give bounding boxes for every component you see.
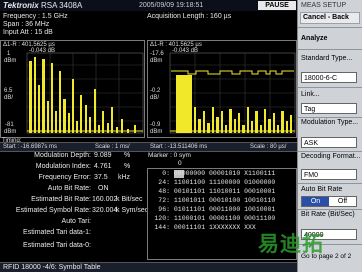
marker-index: 0 xyxy=(178,160,182,167)
meas-label: Auto Bit Rate: xyxy=(47,185,91,192)
meas-unit: % xyxy=(124,163,131,170)
zoom-tick-mid: -0.2 xyxy=(150,88,161,94)
brand-label: Tektronix RSA 3408A xyxy=(3,1,83,10)
standard-type-button[interactable]: Standard Type... xyxy=(301,54,352,63)
menu-separator xyxy=(298,49,362,50)
input-att-readout: Input Att : 15 dB xyxy=(3,29,53,36)
decoding-format-button[interactable]: Decoding Format... xyxy=(301,153,361,161)
menu-separator xyxy=(298,183,362,184)
measurement-title-bar: RFID 18000 -4/6: Symbol Table xyxy=(0,262,297,272)
standard-type-field[interactable]: 18000-6-C xyxy=(301,72,357,83)
scale-right: Scale : 80 µs/ xyxy=(250,144,287,150)
scale-left: Scale : 1 ms/ xyxy=(95,144,130,150)
title-bar: Tektronix RSA 3408A 2005/09/09 19:18:51 … xyxy=(0,0,297,11)
meas-unit: kHz xyxy=(118,174,131,181)
cancel-back-button[interactable]: Cancel - Back xyxy=(300,12,360,24)
zoom-tick-bottom-unit: dBm xyxy=(150,129,163,135)
meas-value: 160.002 xyxy=(92,196,118,203)
meas-value: ON xyxy=(98,185,109,192)
meas-value: 9.089 xyxy=(94,152,112,159)
symbol-cursor xyxy=(174,170,184,178)
zoom-trace-line xyxy=(171,70,294,75)
meas-label: Estimated Bit Rate: xyxy=(31,196,91,203)
zoom-delta-value: -0.043 dB xyxy=(172,48,199,54)
scale-status-bar: Start : -16.6987s ms Scale : 1 ms/ Start… xyxy=(0,142,297,152)
start-left: Start : -16.6987s ms xyxy=(3,144,58,150)
overview-tick-top: 1 xyxy=(7,51,11,57)
span-readout: Span : 36 MHz xyxy=(3,21,50,28)
menu-separator xyxy=(298,27,362,28)
menu-separator xyxy=(298,151,362,152)
symbol-row: 120: 11000101 00001100 00011100 xyxy=(154,215,276,222)
analyzer-screen: Tektronix RSA 3408A 2005/09/09 19:18:51 … xyxy=(0,0,297,272)
link-field[interactable]: Tag xyxy=(301,103,357,114)
meas-label: Modulation Depth: xyxy=(34,152,91,159)
meas-label: Auto Tari: xyxy=(61,218,91,225)
zoom-tick-top: -17.6 xyxy=(150,51,164,57)
symbol-row: 144: 00011101 1XXXXXXX XXX xyxy=(154,224,256,231)
modulation-type-button[interactable]: Modulation Type... xyxy=(301,119,361,127)
overview-tick-bottom-unit: dBm xyxy=(4,129,17,135)
meas-value: 4.761 xyxy=(94,163,112,170)
meas-value: 320.004 xyxy=(92,207,118,214)
zoom-tick-mid-unit: dB/ xyxy=(150,95,160,101)
watermark-logo: 易迪拓 xyxy=(258,232,324,256)
meas-unit: k Bit/sec xyxy=(116,196,143,203)
auto-bit-rate-label: Auto Bit Rate xyxy=(301,186,343,193)
meas-label: Modulation Index: xyxy=(35,163,91,170)
meas-unit: k Sym/sec xyxy=(116,207,149,214)
meas-unit: % xyxy=(124,152,131,159)
overview-trace-panel: Δ1-R : 401.5625 µs -0.043 dB 1 dBm 6.5 d… xyxy=(0,40,145,138)
marker-readout: Marker : 0 sym xyxy=(148,152,191,159)
overview-tick-mid-unit: dB/ xyxy=(4,95,14,101)
frequency-readout: Frequency : 1.5 GHz xyxy=(3,13,68,20)
link-button[interactable]: Link... xyxy=(301,90,320,99)
overview-tick-top-unit: dBm xyxy=(4,58,17,64)
menu-title: MEAS SETUP xyxy=(301,2,347,9)
decoding-format-field[interactable]: FM0 xyxy=(301,169,357,180)
symbol-row: 0: 00000000 00001010 X1100111 xyxy=(162,170,276,177)
start-right: Start : -13.511406 ms xyxy=(150,144,208,150)
overview-tick-mid: 6.5 xyxy=(4,88,13,94)
symbol-row: 96: 01011101 00011000 10010001 xyxy=(158,206,276,213)
symbol-row: 24: 11001100 11100000 01000000 xyxy=(158,179,276,186)
overview-trace xyxy=(29,57,136,133)
timestamp: 2005/09/09 19:18:51 xyxy=(139,2,204,9)
overview-tick-bottom: -81 xyxy=(5,122,14,128)
meas-label: Estimated Tari data-0: xyxy=(23,242,91,249)
zoom-trace-graph xyxy=(169,52,296,134)
meas-label: Estimated Tari data-1: xyxy=(23,229,91,236)
meas-label: Frequency Error: xyxy=(38,174,91,181)
zoom-tick-top-unit: dBm xyxy=(150,58,163,64)
on-option[interactable]: On xyxy=(302,197,329,206)
bit-rate-label: Bit Rate (Bit/Sec) xyxy=(301,211,355,218)
analyze-button[interactable]: Analyze xyxy=(301,34,327,43)
menu-separator xyxy=(298,87,362,88)
overview-delta-value: -0.043 dB xyxy=(29,48,56,54)
off-option[interactable]: Off xyxy=(329,197,356,206)
modulation-type-field[interactable]: ASK xyxy=(301,137,357,148)
zoom-trace-panel: Δ1-R : 401.5625 µs -0.043 dB -17.6 dBm -… xyxy=(147,40,297,138)
zoom-tick-bottom: -0.9 xyxy=(150,122,161,128)
meas-label: Estimated Symbol Rate: xyxy=(15,207,91,214)
menu-separator xyxy=(298,117,362,118)
acq-length-readout: Acquisition Length : 160 µs xyxy=(147,13,232,20)
overview-trace-graph xyxy=(26,52,144,134)
symbol-row: 48: 00101101 11010011 00010001 xyxy=(158,188,276,195)
meas-value: 37.5 xyxy=(94,174,108,181)
menu-separator xyxy=(298,209,362,210)
symbol-row: 72: 11001011 00010100 10010110 xyxy=(158,197,276,204)
pause-button[interactable]: PAUSE xyxy=(258,1,296,10)
auto-bit-rate-toggle[interactable]: On Off xyxy=(301,196,357,207)
zoom-trace-bits xyxy=(176,75,292,133)
